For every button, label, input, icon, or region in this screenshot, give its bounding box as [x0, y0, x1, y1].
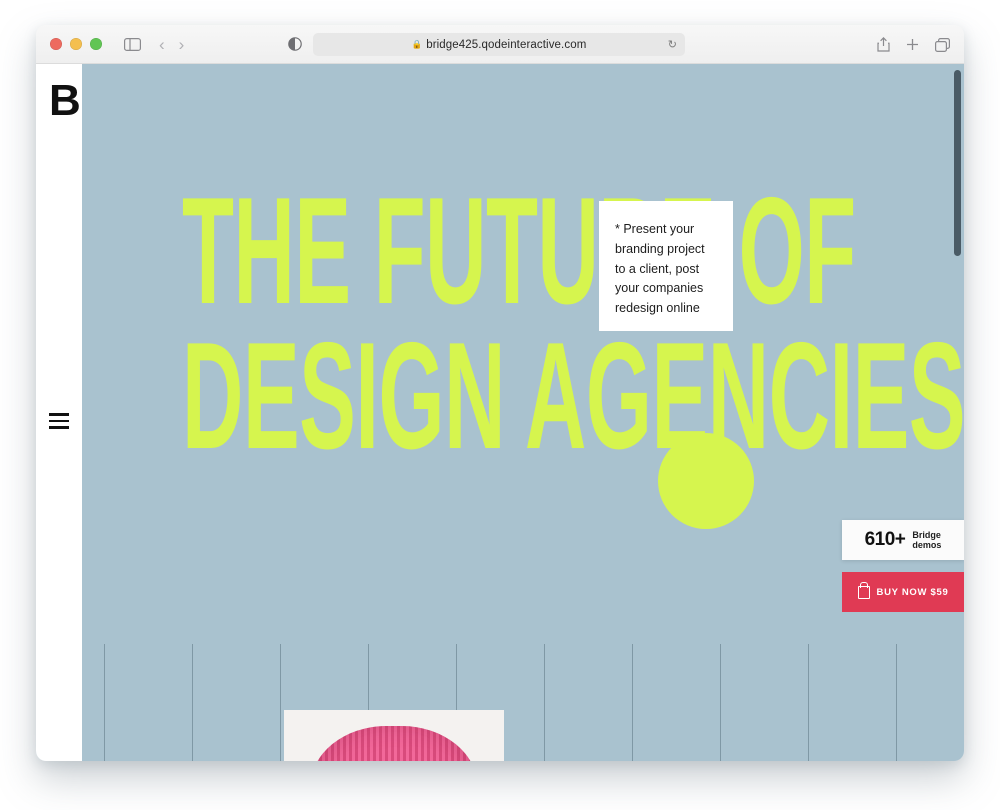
lock-icon: 🔒 — [411, 39, 423, 49]
sidebar-toggle-icon[interactable] — [124, 37, 141, 51]
hamburger-bar — [49, 426, 69, 429]
page-viewport: B THE FUTURE OF DESIGN AGENCIES * Presen… — [36, 64, 964, 761]
grid-line — [632, 644, 633, 761]
browser-titlebar: ‹ › 🔒 bridge425.qodeinteractive.com ↻ — [36, 25, 964, 64]
page-scrollbar[interactable] — [954, 70, 961, 256]
demos-caption: Bridge demos — [912, 530, 941, 551]
buy-now-label: BUY NOW $59 — [876, 586, 949, 598]
browser-window: ‹ › 🔒 bridge425.qodeinteractive.com ↻ B … — [36, 25, 964, 761]
grid-line — [896, 644, 897, 761]
neon-circle-decoration — [658, 433, 754, 529]
hamburger-bar — [49, 413, 69, 416]
site-logo[interactable]: B — [49, 79, 81, 123]
demos-count: 610+ — [864, 529, 906, 550]
note-text: * Present your branding project to a cli… — [615, 222, 705, 315]
address-bar[interactable]: 🔒 bridge425.qodeinteractive.com ↻ — [313, 33, 685, 56]
headline-line-1: THE FUTURE OF — [182, 166, 856, 336]
plus-icon[interactable] — [906, 38, 919, 51]
forward-button[interactable]: › — [179, 36, 185, 53]
grid-line — [808, 644, 809, 761]
pink-knit-beanie-image — [310, 726, 478, 761]
grid-line — [280, 644, 281, 761]
minimize-window-button[interactable] — [70, 38, 82, 50]
hero-headline: THE FUTURE OF DESIGN AGENCIES — [182, 166, 964, 481]
grid-line — [192, 644, 193, 761]
tab-overview-icon[interactable] — [935, 37, 950, 52]
buy-now-button[interactable]: BUY NOW $59 — [842, 572, 964, 612]
hamburger-menu-icon[interactable] — [49, 413, 69, 429]
close-window-button[interactable] — [50, 38, 62, 50]
navigation-buttons: ‹ › — [159, 36, 184, 53]
toolbar-right — [877, 25, 950, 64]
grid-line — [544, 644, 545, 761]
traffic-lights — [50, 38, 102, 50]
grid-line — [104, 644, 105, 761]
maximize-window-button[interactable] — [90, 38, 102, 50]
site-side-nav: B — [36, 64, 82, 761]
shopping-bag-icon — [857, 585, 870, 599]
demos-caption-line-2: demos — [912, 540, 942, 550]
note-card: * Present your branding project to a cli… — [599, 201, 733, 331]
reload-button[interactable]: ↻ — [668, 38, 677, 51]
url-text: bridge425.qodeinteractive.com — [426, 38, 587, 51]
demos-caption-line-1: Bridge — [912, 529, 941, 540]
grid-line — [720, 644, 721, 761]
headline-line-2: DESIGN AGENCIES — [182, 310, 964, 481]
demos-badge[interactable]: 610+ Bridge demos — [842, 520, 964, 560]
hamburger-bar — [49, 419, 69, 422]
product-card[interactable] — [284, 710, 504, 761]
share-icon[interactable] — [877, 37, 890, 52]
back-button[interactable]: ‹ — [159, 36, 165, 53]
reader-view-icon[interactable] — [288, 37, 302, 51]
